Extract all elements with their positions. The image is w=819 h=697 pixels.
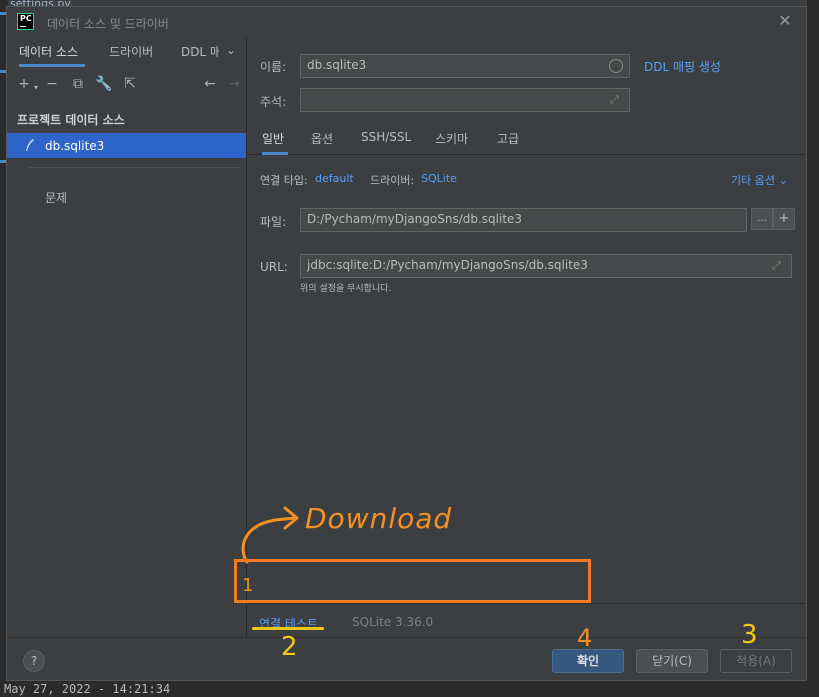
name-label: 이름: xyxy=(260,60,287,74)
ddl-mapping-link[interactable]: DDL 매핑 생성 xyxy=(644,58,721,75)
browse-button[interactable]: … xyxy=(751,208,773,230)
comment-label: 주석: xyxy=(260,95,287,109)
copy-icon[interactable]: ⧉ xyxy=(69,75,87,93)
more-options-label: 기타 옵션 xyxy=(731,174,775,187)
data-source-item[interactable]: db.sqlite3 xyxy=(7,133,246,158)
file-field[interactable]: D:/Pycham/myDjangoSns/db.sqlite3 xyxy=(300,208,747,232)
annotation-underline xyxy=(252,627,324,630)
name-field[interactable]: db.sqlite3 xyxy=(300,54,630,78)
tab-options[interactable]: 옵션 xyxy=(311,130,333,155)
data-source-label: db.sqlite3 xyxy=(45,139,105,153)
driver-label: 드라이버: xyxy=(370,174,415,187)
wrench-icon[interactable]: 🔧 xyxy=(95,75,113,93)
comment-field[interactable] xyxy=(300,88,630,112)
tab-general[interactable]: 일반 xyxy=(262,130,288,155)
project-data-sources-header: 프로젝트 데이터 소스 xyxy=(17,113,125,127)
tab-drivers[interactable]: 드라이버 xyxy=(109,43,161,67)
file-label: 파일: xyxy=(260,215,287,229)
forward-arrow-icon[interactable]: → xyxy=(225,75,243,93)
chevron-down-icon[interactable]: ⌄ xyxy=(226,43,236,57)
chevron-down-icon: ⌄ xyxy=(778,174,788,187)
ok-button[interactable]: 확인 xyxy=(552,649,624,673)
tab-data-sources[interactable]: 데이터 소스 xyxy=(19,43,85,67)
left-divider xyxy=(29,167,239,168)
annotation-number-4: 4 xyxy=(577,624,593,652)
ide-console-timestamp: May 27, 2022 - 14:21:34 xyxy=(4,682,171,696)
close-button[interactable]: 닫기(C) xyxy=(636,649,708,673)
expand-icon[interactable]: ⤢ xyxy=(772,259,781,273)
color-circle-icon[interactable] xyxy=(609,59,623,73)
url-value: jdbc:sqlite:D:/Pycham/myDjangoSns/db.sql… xyxy=(307,258,588,272)
connection-type-value[interactable]: default xyxy=(315,172,354,185)
more-options-link[interactable]: 기타 옵션 ⌄ xyxy=(731,172,788,188)
connection-type-label: 연결 타입: xyxy=(260,174,308,187)
tab-ssh-ssl[interactable]: SSH/SSL xyxy=(361,130,411,155)
back-arrow-icon[interactable]: ← xyxy=(201,75,219,93)
annotation-number-2: 2 xyxy=(281,632,298,662)
sqlite-feather-icon xyxy=(25,139,35,152)
file-value: D:/Pycham/myDjangoSns/db.sqlite3 xyxy=(307,212,523,226)
tab-schemas[interactable]: 스키마 xyxy=(435,130,468,155)
expand-icon[interactable]: ⤢ xyxy=(610,93,619,107)
url-field[interactable]: jdbc:sqlite:D:/Pycham/myDjangoSns/db.sql… xyxy=(300,254,792,278)
footer-divider xyxy=(248,603,806,604)
name-value: db.sqlite3 xyxy=(307,58,367,72)
left-toolbar: + ▾ − ⧉ 🔧 ⇱ ← → xyxy=(13,71,243,97)
driver-value[interactable]: SQLite xyxy=(421,172,457,185)
open-icon[interactable]: ⇱ xyxy=(121,75,139,93)
annotation-box xyxy=(234,559,591,603)
annotation-number-3: 3 xyxy=(741,620,758,650)
tab-ddl-mappings[interactable]: DDL 매 xyxy=(181,43,219,67)
ide-background-right xyxy=(807,0,819,697)
pycharm-logo-icon: PC xyxy=(17,13,34,30)
sqlite-version-text: SQLite 3.36.0 xyxy=(352,615,434,629)
dialog-titlebar[interactable]: PC 데이터 소스 및 드라이버 ✕ xyxy=(7,7,806,37)
settings-tabs: 일반 옵션 SSH/SSL 스키마 고급 xyxy=(248,125,806,155)
url-hint: 위의 설정을 무시합니다. xyxy=(300,284,392,294)
annotation-download: Download xyxy=(305,502,453,535)
apply-button[interactable]: 적용(A) xyxy=(720,649,792,673)
annotation-number-1: 1 xyxy=(242,575,254,596)
help-button[interactable]: ? xyxy=(23,650,45,672)
close-icon[interactable]: ✕ xyxy=(775,11,795,31)
problems-item[interactable]: 문제 xyxy=(45,189,67,206)
annotation-arrow xyxy=(241,506,299,564)
left-panel: 데이터 소스 드라이버 DDL 매 ⌄ + ▾ − ⧉ 🔧 ⇱ ← → 프로젝트… xyxy=(7,37,247,680)
remove-icon[interactable]: − xyxy=(43,75,61,93)
dialog-title: 데이터 소스 및 드라이버 xyxy=(47,17,169,31)
tab-advanced[interactable]: 고급 xyxy=(497,130,519,155)
url-label: URL: xyxy=(260,260,288,274)
add-file-button[interactable]: + xyxy=(773,208,795,230)
